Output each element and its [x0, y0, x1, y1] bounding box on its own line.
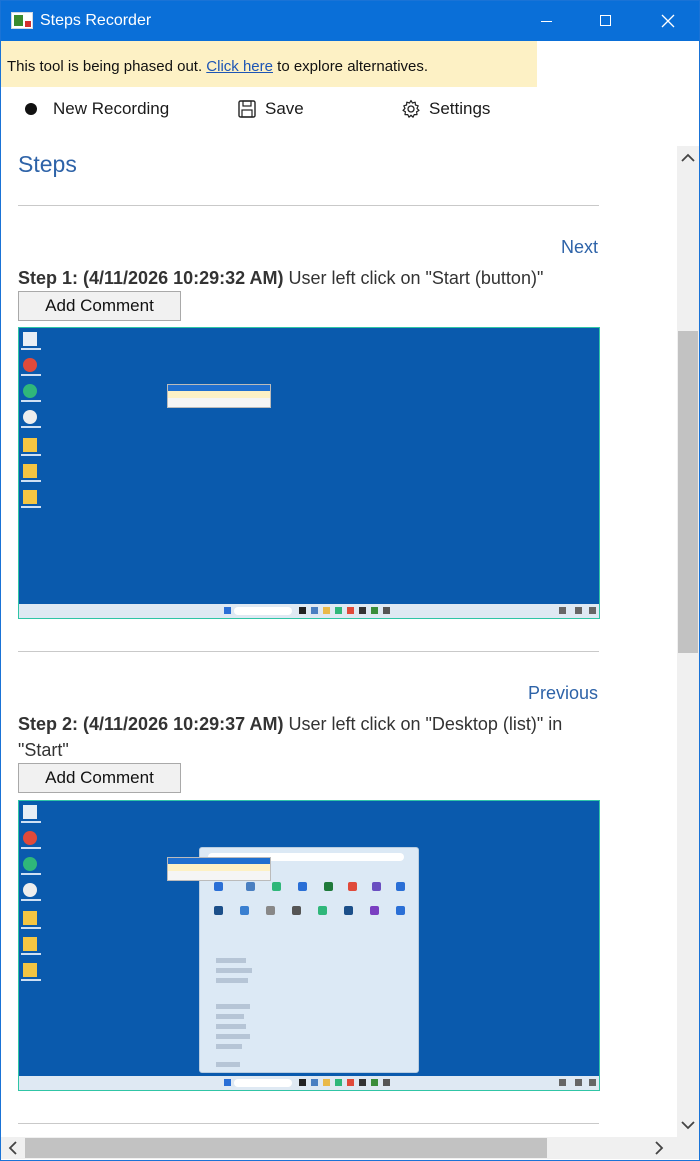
- step-1-header: Step 1: (4/11/2026 10:29:32 AM): [18, 268, 284, 288]
- toolbar: New Recording Save Settings: [1, 87, 677, 131]
- minimize-button[interactable]: [515, 1, 577, 41]
- taskbar-search: [234, 1079, 292, 1087]
- chevron-left-icon: [8, 1141, 17, 1155]
- previous-link[interactable]: Previous: [528, 683, 598, 704]
- gear-icon: [402, 99, 420, 118]
- banner-text-before: This tool is being phased out.: [7, 58, 207, 75]
- edge-icon: [23, 857, 37, 871]
- vertical-scrollbar[interactable]: [677, 146, 699, 1137]
- steps-recorder-app-icon: [11, 12, 33, 29]
- title-bar: Steps Recorder: [1, 1, 699, 41]
- steps-recorder-window: Steps Recorder This tool is being phased…: [0, 0, 700, 1161]
- new-recording-button[interactable]: New Recording: [25, 97, 195, 121]
- recycle-bin-icon: [23, 805, 37, 819]
- scroll-down-button[interactable]: [677, 1113, 699, 1137]
- folder-icon: [23, 464, 37, 478]
- record-dot-icon: [25, 103, 37, 115]
- window-title: Steps Recorder: [40, 12, 152, 29]
- edge-icon: [23, 384, 37, 398]
- close-button[interactable]: [637, 1, 699, 41]
- step-1-description: User left click on "Start (button)": [283, 268, 544, 288]
- step-2-screenshot: [18, 800, 600, 1091]
- page-title: Steps: [18, 151, 77, 177]
- horizontal-scroll-thumb[interactable]: [25, 1138, 547, 1158]
- chrome-icon: [23, 358, 37, 372]
- next-link[interactable]: Next: [561, 237, 598, 258]
- step-1-screenshot: [18, 327, 600, 619]
- start-icon: [224, 607, 231, 614]
- divider: [18, 1123, 599, 1124]
- start-icon: [224, 1079, 231, 1086]
- new-recording-label: New Recording: [53, 99, 170, 118]
- recycle-bin-icon: [23, 332, 37, 346]
- divider: [18, 205, 599, 206]
- maximize-button[interactable]: [575, 1, 637, 41]
- horizontal-scrollbar[interactable]: [1, 1137, 677, 1159]
- step-2-text: Step 2: (4/11/2026 10:29:37 AM) User lef…: [18, 711, 608, 763]
- taskbar: [19, 1076, 599, 1090]
- save-button[interactable]: Save: [237, 97, 337, 121]
- folder-icon: [23, 937, 37, 951]
- scrollbar-corner: [677, 1137, 699, 1159]
- taskbar-search: [234, 607, 292, 615]
- step-1-text: Step 1: (4/11/2026 10:29:32 AM) User lef…: [18, 265, 608, 291]
- steps-recorder-thumbnail: [167, 857, 271, 881]
- floppy-disk-icon: [238, 100, 256, 118]
- banner-text-after: to explore alternatives.: [272, 58, 429, 75]
- app-icon: [23, 410, 37, 424]
- step-1-add-comment-button[interactable]: Add Comment: [18, 291, 181, 321]
- step-2-add-comment-button[interactable]: Add Comment: [18, 763, 181, 793]
- taskbar: [19, 604, 599, 618]
- chevron-up-icon: [681, 153, 695, 162]
- steps-recorder-thumbnail: [167, 384, 271, 408]
- scroll-left-button[interactable]: [1, 1137, 25, 1159]
- folder-icon: [23, 438, 37, 452]
- steps-content: Steps Next Step 1: (4/11/2026 10:29:32 A…: [1, 131, 677, 1137]
- folder-icon: [23, 963, 37, 977]
- save-label: Save: [265, 99, 304, 118]
- step-2-header: Step 2: (4/11/2026 10:29:37 AM): [18, 714, 284, 734]
- scroll-up-button[interactable]: [677, 146, 699, 170]
- close-icon: [661, 14, 675, 28]
- deprecation-banner: This tool is being phased out. Click her…: [1, 41, 537, 87]
- vertical-scroll-thumb[interactable]: [678, 331, 698, 653]
- chrome-icon: [23, 831, 37, 845]
- chevron-down-icon: [681, 1121, 695, 1130]
- app-icon: [23, 883, 37, 897]
- divider: [18, 651, 599, 652]
- banner-link[interactable]: Click here: [206, 58, 273, 75]
- folder-icon: [23, 911, 37, 925]
- minimize-icon: [541, 21, 552, 22]
- maximize-icon: [600, 15, 611, 26]
- folder-icon: [23, 490, 37, 504]
- settings-button[interactable]: Settings: [401, 97, 531, 121]
- scroll-right-button[interactable]: [647, 1137, 671, 1159]
- chevron-right-icon: [655, 1141, 664, 1155]
- settings-label: Settings: [429, 99, 491, 118]
